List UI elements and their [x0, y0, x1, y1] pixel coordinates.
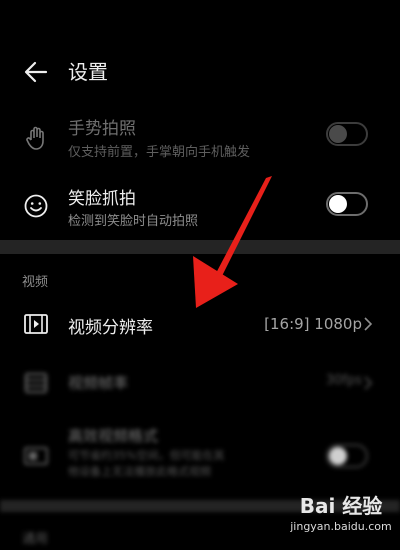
- efficient-video-format-label: 高效视频格式: [68, 427, 159, 445]
- toggle-knob: [329, 195, 347, 213]
- frame-rate-icon: [25, 373, 47, 393]
- video-resolution-value: [16:9] 1080p: [264, 315, 362, 333]
- frame-rate-row[interactable]: 视频帧率 30fps: [0, 366, 400, 400]
- smile-capture-desc: 检测到笑脸时自动拍照: [68, 214, 199, 229]
- toggle-knob: [329, 447, 347, 465]
- efficient-video-format-desc-1: 可节省约35%空间，但可能在其: [68, 449, 225, 462]
- film-icon: [24, 314, 48, 334]
- smile-capture-row[interactable]: 笑脸抓拍 检测到笑脸时自动拍照: [0, 180, 400, 236]
- gesture-capture-toggle[interactable]: [326, 122, 368, 146]
- toggle-knob: [329, 125, 347, 143]
- video-resolution-row[interactable]: 视频分辨率 [16:9] 1080p: [0, 304, 400, 346]
- chevron-right-icon: [364, 376, 373, 390]
- gesture-capture-label: 手势拍照: [68, 119, 136, 139]
- video-resolution-label: 视频分辨率: [68, 318, 153, 338]
- efficient-video-format-desc-2: 他设备上无法播放此格式视频: [68, 465, 211, 478]
- smile-capture-label: 笑脸抓拍: [68, 189, 136, 209]
- video-format-icon: [24, 447, 48, 465]
- watermark-url: jingyan.baidu.com: [290, 520, 392, 533]
- gesture-capture-desc: 仅支持前置，手掌朝向手机触发: [68, 145, 251, 160]
- smile-face-icon: [24, 194, 48, 218]
- smile-capture-toggle[interactable]: [326, 192, 368, 216]
- section-title-general: 通用: [22, 532, 49, 547]
- baidu-jingyan-watermark: Bai 经验 jingyan.baidu.com: [282, 492, 400, 550]
- efficient-video-format-row[interactable]: 高效视频格式 可节省约35%空间，但可能在其 他设备上无法播放此格式视频: [0, 420, 400, 490]
- efficient-video-format-toggle[interactable]: [326, 444, 368, 468]
- frame-rate-label: 视频帧率: [68, 374, 129, 392]
- gesture-capture-row[interactable]: 手势拍照 仅支持前置，手掌朝向手机触发: [0, 110, 400, 166]
- chevron-right-icon: [364, 317, 373, 331]
- back-arrow-icon[interactable]: [22, 58, 50, 86]
- header-bar: 设置: [0, 0, 400, 100]
- watermark-brand: Bai 经验: [299, 494, 383, 518]
- hand-gesture-icon: [26, 126, 44, 150]
- section-divider: [0, 240, 400, 254]
- section-title-video: 视频: [22, 275, 49, 290]
- frame-rate-value: 30fps: [325, 373, 362, 388]
- page-title: 设置: [68, 60, 108, 84]
